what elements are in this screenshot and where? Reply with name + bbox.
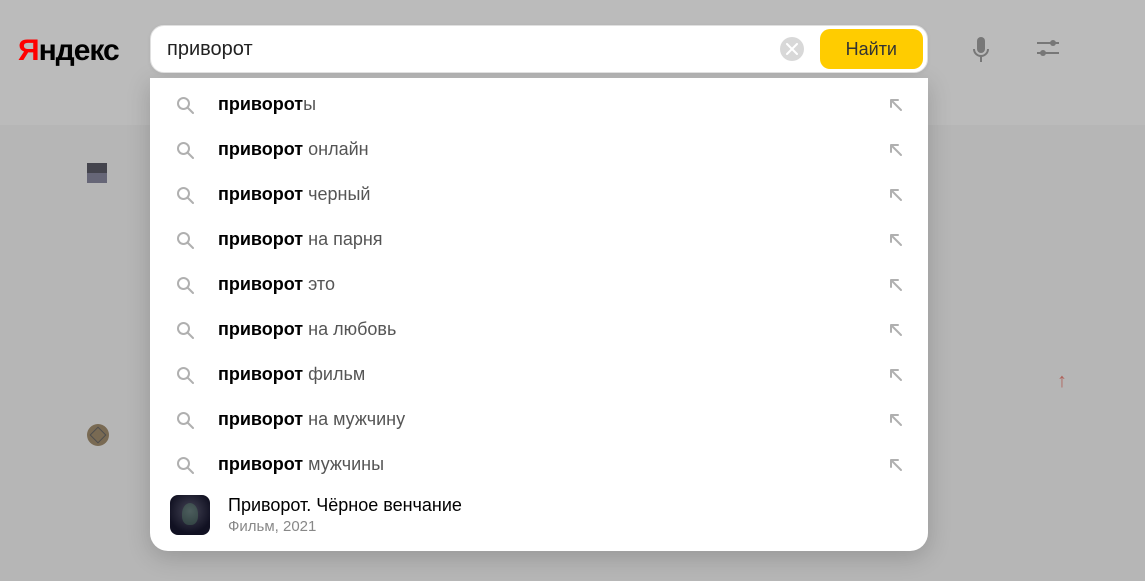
suggestion-bold: приворот bbox=[218, 319, 303, 339]
search-icon bbox=[174, 276, 196, 294]
suggestion-text: приворот фильм bbox=[196, 364, 888, 385]
suggestion-bold: приворот bbox=[218, 94, 303, 114]
suggestion-text: приворот на мужчину bbox=[196, 409, 888, 430]
search-icon bbox=[174, 96, 196, 114]
suggestion-rest: на парня bbox=[303, 229, 382, 249]
suggestion-text: приворот на парня bbox=[196, 229, 888, 250]
insert-arrow-icon[interactable] bbox=[888, 277, 904, 293]
suggestion-rest: на любовь bbox=[303, 319, 396, 339]
settings-button[interactable] bbox=[1036, 38, 1060, 62]
clear-button[interactable] bbox=[780, 37, 804, 61]
sliders-icon bbox=[1036, 38, 1060, 58]
suggestion-rest: на мужчину bbox=[303, 409, 405, 429]
suggestion-bold: приворот bbox=[218, 454, 303, 474]
suggestion-bold: приворот bbox=[218, 409, 303, 429]
suggestion-item[interactable]: привороты bbox=[150, 82, 928, 127]
logo-letter-ya: Я bbox=[18, 34, 39, 67]
rich-suggestion[interactable]: Приворот. Чёрное венчание Фильм, 2021 bbox=[150, 487, 928, 543]
mic-icon bbox=[971, 36, 991, 64]
close-icon bbox=[786, 43, 798, 55]
insert-arrow-icon[interactable] bbox=[888, 412, 904, 428]
search-icon bbox=[174, 366, 196, 384]
search-icon bbox=[174, 186, 196, 204]
insert-arrow-icon[interactable] bbox=[888, 367, 904, 383]
suggestion-bold: приворот bbox=[218, 229, 303, 249]
suggestion-bold: приворот bbox=[218, 274, 303, 294]
suggestion-text: приворот онлайн bbox=[196, 139, 888, 160]
insert-arrow-icon[interactable] bbox=[888, 322, 904, 338]
suggestion-rest: фильм bbox=[303, 364, 365, 384]
suggestions-dropdown: приворотыприворот онлайнприворот черныйп… bbox=[150, 78, 928, 551]
search-icon bbox=[174, 231, 196, 249]
logo-rest: ндекс bbox=[39, 34, 119, 67]
suggestion-rest: это bbox=[303, 274, 335, 294]
rich-suggestion-body: Приворот. Чёрное венчание Фильм, 2021 bbox=[210, 495, 462, 535]
suggestion-rest: мужчины bbox=[303, 454, 384, 474]
voice-search-button[interactable] bbox=[971, 36, 995, 66]
suggestion-rest: онлайн bbox=[303, 139, 368, 159]
suggestion-rest: ы bbox=[303, 94, 316, 114]
search-icon bbox=[174, 456, 196, 474]
suggestion-item[interactable]: приворот это bbox=[150, 262, 928, 307]
suggestion-text: привороты bbox=[196, 94, 888, 115]
suggestion-item[interactable]: приворот мужчины bbox=[150, 442, 928, 487]
suggestion-item[interactable]: приворот на любовь bbox=[150, 307, 928, 352]
suggestion-item[interactable]: приворот на мужчину bbox=[150, 397, 928, 442]
suggestion-text: приворот мужчины bbox=[196, 454, 888, 475]
suggestion-item[interactable]: приворот черный bbox=[150, 172, 928, 217]
search-icon bbox=[174, 141, 196, 159]
search-box: Найти bbox=[150, 25, 928, 73]
rich-suggestion-title: Приворот. Чёрное венчание bbox=[228, 495, 462, 516]
search-input[interactable] bbox=[151, 26, 780, 72]
suggestion-text: приворот это bbox=[196, 274, 888, 295]
search-icon bbox=[174, 321, 196, 339]
insert-arrow-icon[interactable] bbox=[888, 457, 904, 473]
yandex-logo[interactable]: Яндекс bbox=[18, 34, 119, 68]
suggestion-item[interactable]: приворот онлайн bbox=[150, 127, 928, 172]
rich-suggestion-subtitle: Фильм, 2021 bbox=[228, 518, 462, 535]
suggestion-item[interactable]: приворот фильм bbox=[150, 352, 928, 397]
suggestion-bold: приворот bbox=[218, 184, 303, 204]
search-icon bbox=[174, 411, 196, 429]
suggestion-rest: черный bbox=[303, 184, 370, 204]
suggestion-item[interactable]: приворот на парня bbox=[150, 217, 928, 262]
insert-arrow-icon[interactable] bbox=[888, 142, 904, 158]
insert-arrow-icon[interactable] bbox=[888, 187, 904, 203]
insert-arrow-icon[interactable] bbox=[888, 97, 904, 113]
suggestion-text: приворот на любовь bbox=[196, 319, 888, 340]
suggestion-text: приворот черный bbox=[196, 184, 888, 205]
suggestion-bold: приворот bbox=[218, 364, 303, 384]
suggestion-bold: приворот bbox=[218, 139, 303, 159]
search-button[interactable]: Найти bbox=[820, 29, 923, 69]
insert-arrow-icon[interactable] bbox=[888, 232, 904, 248]
movie-thumbnail bbox=[170, 495, 210, 535]
